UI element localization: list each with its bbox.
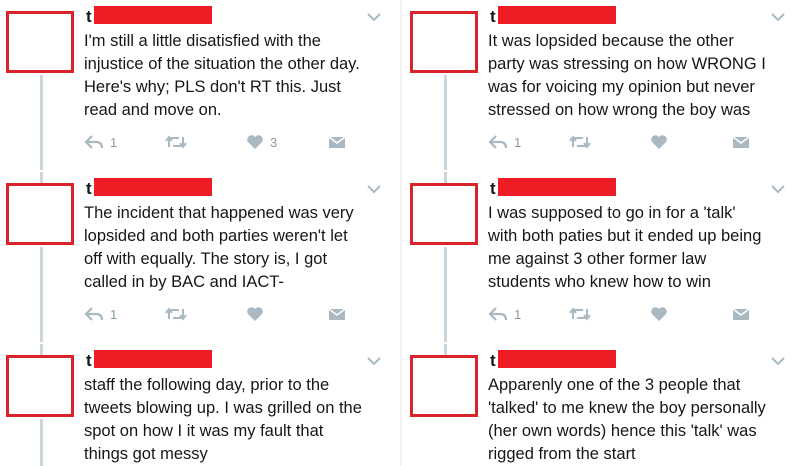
reply-count: 1 (514, 306, 522, 322)
chevron-down-icon[interactable] (770, 12, 786, 22)
like-button[interactable] (650, 131, 674, 153)
message-button[interactable] (328, 131, 346, 153)
user-name[interactable]: t (490, 179, 496, 199)
user-name[interactable]: t (86, 7, 92, 27)
reply-icon (488, 135, 508, 149)
direct-message-icon (328, 136, 346, 148)
tweet-actions: 1 (488, 131, 788, 153)
message-button[interactable] (328, 303, 346, 325)
tweet-text: It was lopsided because the other party … (488, 32, 766, 119)
tweet-text: I'm still a little disatisfied with the … (84, 32, 360, 119)
user-name[interactable]: t (86, 351, 92, 371)
retweet-icon (165, 135, 187, 149)
user-name[interactable]: t (490, 7, 496, 27)
tweet-actions: 1 3 (84, 131, 384, 153)
thread-line (444, 75, 447, 170)
tweet[interactable]: t I'm still a little disatisfied with th… (0, 0, 396, 170)
heart-icon (651, 307, 667, 321)
direct-message-icon (732, 308, 750, 320)
heart-icon (651, 135, 667, 149)
retweet-button[interactable] (568, 131, 592, 153)
reply-button[interactable]: 1 (488, 303, 521, 325)
reply-count: 1 (110, 134, 118, 150)
like-button[interactable] (650, 303, 674, 325)
tweet-actions: 1 (488, 303, 788, 325)
tweet[interactable]: t It was lopsided because the other part… (404, 0, 800, 170)
heart-icon (247, 307, 263, 321)
reply-icon (84, 307, 104, 321)
like-button[interactable]: 3 (246, 131, 277, 153)
tweet-actions: 1 (84, 303, 384, 325)
reply-count: 1 (514, 134, 522, 150)
reply-button[interactable]: 1 (488, 131, 521, 153)
tweet[interactable]: t staff the following day, prior to the … (0, 344, 396, 466)
heart-icon (247, 135, 263, 149)
redaction-bar (498, 350, 616, 368)
thread-line (40, 419, 43, 466)
message-button[interactable] (732, 303, 750, 325)
chevron-down-icon[interactable] (366, 356, 382, 366)
avatar[interactable] (410, 355, 478, 417)
reply-icon (488, 307, 508, 321)
retweet-button[interactable] (164, 131, 188, 153)
column-divider (400, 0, 402, 466)
avatar[interactable] (410, 11, 478, 73)
tweet[interactable]: t Apparenly one of the 3 people that 'ta… (404, 344, 800, 466)
tweet[interactable]: t I was supposed to go in for a 'talk' w… (404, 172, 800, 342)
redaction-bar (94, 350, 212, 368)
reply-icon (84, 135, 104, 149)
chevron-down-icon[interactable] (770, 356, 786, 366)
tweet[interactable]: t The incident that happened was very lo… (0, 172, 396, 342)
thread-line (40, 172, 43, 183)
message-button[interactable] (732, 131, 750, 153)
avatar[interactable] (6, 11, 74, 73)
thread-line (40, 75, 43, 170)
tweet-text: staff the following day, prior to the tw… (84, 376, 362, 463)
redaction-bar (498, 6, 616, 24)
reply-button[interactable]: 1 (84, 131, 117, 153)
user-name[interactable]: t (86, 179, 92, 199)
direct-message-icon (732, 136, 750, 148)
retweet-icon (165, 307, 187, 321)
thread-line (444, 172, 447, 183)
retweet-icon (569, 307, 591, 321)
direct-message-icon (328, 308, 346, 320)
thread-line (444, 247, 447, 342)
tweet-text: I was supposed to go in for a 'talk' wit… (488, 204, 762, 291)
chevron-down-icon[interactable] (366, 184, 382, 194)
retweet-icon (569, 135, 591, 149)
thread-line (40, 344, 43, 355)
chevron-down-icon[interactable] (366, 12, 382, 22)
chevron-down-icon[interactable] (770, 184, 786, 194)
redaction-bar (94, 178, 212, 196)
thread-line (40, 247, 43, 342)
tweet-text: Apparenly one of the 3 people that 'talk… (488, 376, 766, 463)
retweet-button[interactable] (568, 303, 592, 325)
retweet-button[interactable] (164, 303, 188, 325)
avatar[interactable] (6, 183, 74, 245)
reply-button[interactable]: 1 (84, 303, 117, 325)
reply-count: 1 (110, 306, 118, 322)
user-name[interactable]: t (490, 351, 496, 371)
like-button[interactable] (246, 303, 270, 325)
tweet-text: The incident that happened was very lops… (84, 204, 354, 291)
avatar[interactable] (6, 355, 74, 417)
redaction-bar (498, 178, 616, 196)
thread-line (444, 344, 447, 355)
like-count: 3 (270, 134, 278, 150)
redaction-bar (94, 6, 212, 24)
avatar[interactable] (410, 183, 478, 245)
